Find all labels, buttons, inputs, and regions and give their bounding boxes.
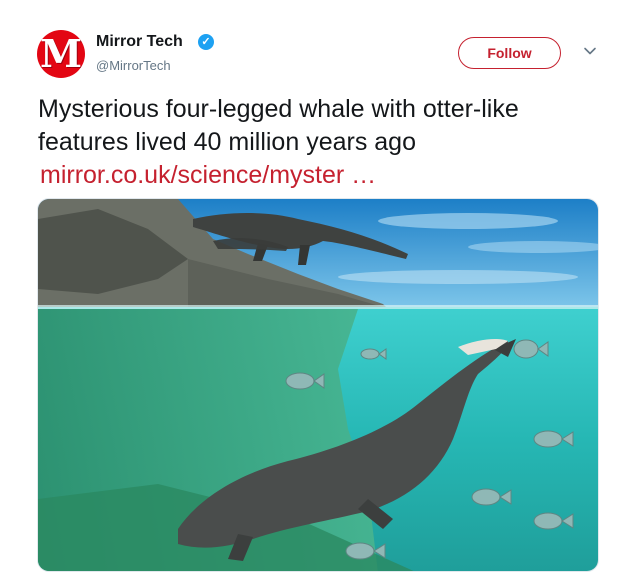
author-handle[interactable]: @MirrorTech (96, 58, 171, 73)
follow-button[interactable]: Follow (458, 37, 561, 69)
avatar[interactable]: M (37, 30, 85, 78)
author-name[interactable]: Mirror Tech (96, 33, 183, 51)
whale-illustration (38, 199, 598, 571)
tweet-image[interactable] (37, 198, 599, 572)
tweet-link[interactable]: mirror.co.uk/science/myster … (40, 160, 376, 190)
avatar-logo-letter: M (39, 31, 83, 76)
tweet-text: Mysterious four-legged whale with otter-… (38, 95, 519, 156)
verified-badge-icon: ✓ (198, 34, 214, 50)
chevron-down-icon[interactable] (583, 44, 597, 58)
